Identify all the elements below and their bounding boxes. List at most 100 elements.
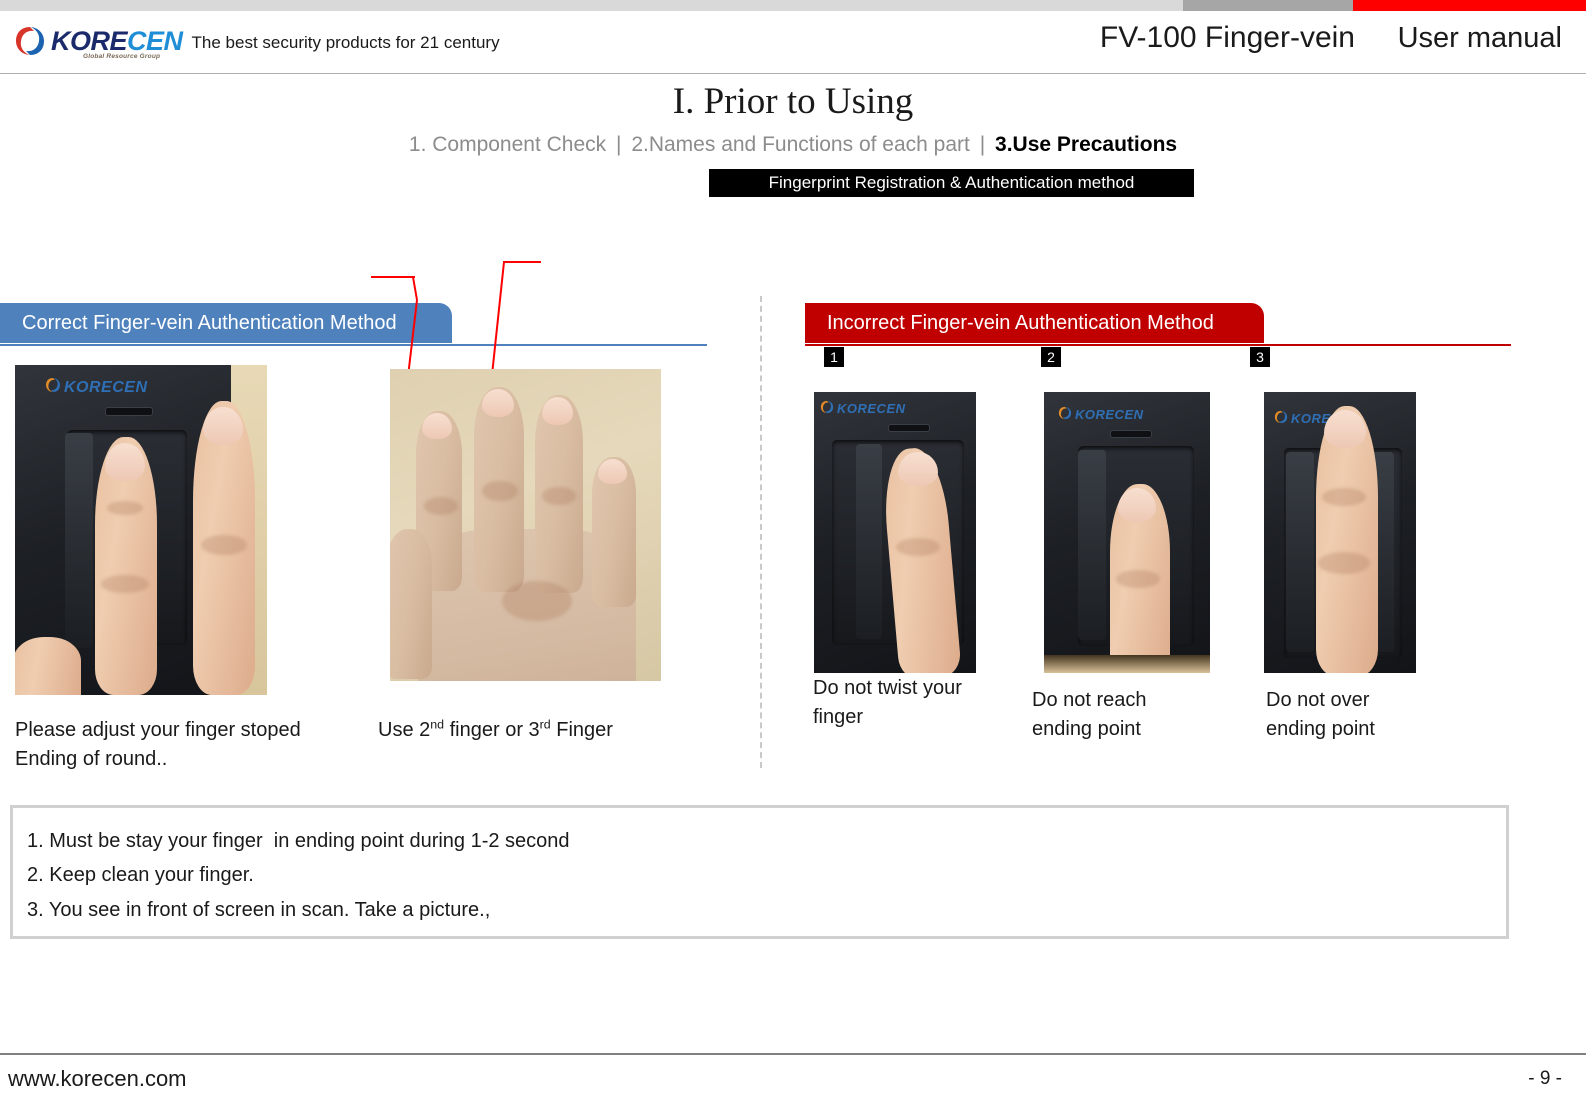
adjacent-finger-knuckle xyxy=(201,535,247,555)
section-divider xyxy=(760,296,762,768)
device-logo: KORECEN xyxy=(1058,406,1144,423)
ring-nail xyxy=(542,397,573,425)
finger-knuckle xyxy=(1116,570,1160,588)
hand-shadow xyxy=(502,581,572,621)
top-bar-segment-red xyxy=(1353,0,1586,11)
brand-tagline: The best security products for 21 centur… xyxy=(191,33,500,52)
incorrect-badge-1: 1 xyxy=(824,347,844,367)
top-bar-segment-light xyxy=(0,0,1183,11)
breadcrumb-separator-2: | xyxy=(979,133,986,156)
device-guide-rail xyxy=(1078,450,1106,640)
incorrect-badge-3: 3 xyxy=(1250,347,1270,367)
top-bar-segment-gray xyxy=(1183,0,1353,11)
logo-subtext: Global Resource Group xyxy=(83,52,161,60)
correct-banner-underline xyxy=(0,344,707,346)
correct-caption-2: Use 2nd finger or 3rd Finger xyxy=(378,716,613,745)
note-item-2: 2. Keep clean your finger. xyxy=(27,864,254,887)
header-divider xyxy=(0,73,1586,74)
incorrect-method-banner: Incorrect Finger-vein Authentication Met… xyxy=(805,303,1264,343)
korecen-swirl-icon xyxy=(14,25,46,57)
correct-photo-device-scan: KORECEN xyxy=(15,365,267,695)
page-title: I. Prior to Using xyxy=(672,81,914,122)
middle-nail xyxy=(482,389,514,417)
knuckle xyxy=(482,481,518,501)
finger-knuckle xyxy=(101,575,149,593)
korecen-logo: KORECEN Global Resource Group The best s… xyxy=(14,25,500,59)
incorrect-caption-1-line2: finger xyxy=(813,705,864,728)
device-vent xyxy=(105,407,153,416)
knuckle xyxy=(542,487,576,505)
incorrect-caption-2: Do not reach ending point xyxy=(1032,686,1212,744)
device-guide-rail xyxy=(856,444,882,639)
incorrect-caption-1-line1: Do not twist your xyxy=(813,677,962,699)
incorrect-caption-2-line1: Do not reach xyxy=(1032,689,1147,711)
correct-caption-1-line2: Ending of round.. xyxy=(15,747,168,770)
breadcrumb: 1. Component Check | 2.Names and Functio… xyxy=(0,133,1586,157)
finger-knuckle xyxy=(896,538,940,556)
knuckle xyxy=(424,497,458,515)
breadcrumb-item-names-functions[interactable]: 2.Names and Functions of each part xyxy=(631,133,970,156)
footer-divider xyxy=(0,1053,1586,1055)
correct-caption-2-post: Finger xyxy=(550,719,613,741)
logo-text-kore: KORE xyxy=(51,25,128,56)
device-guide-rail xyxy=(1286,452,1314,652)
correct-caption-2-sup2: rd xyxy=(539,717,551,732)
device-logo: KORECEN xyxy=(45,377,148,398)
incorrect-caption-2-line2: ending point xyxy=(1032,717,1141,740)
little-nail xyxy=(598,459,627,484)
finger-knuckle xyxy=(1318,552,1370,574)
device-swirl-icon xyxy=(820,400,834,417)
index-nail xyxy=(422,413,452,439)
finger-nail xyxy=(105,443,145,481)
correct-photo-hand-fingers xyxy=(390,369,661,681)
korecen-wordmark: KORECEN Global Resource Group xyxy=(51,25,183,59)
correct-caption-2-pre: Use 2 xyxy=(378,719,431,741)
incorrect-photo-2-not-reaching-end: KORECEN xyxy=(1044,392,1210,673)
annotation-leader-lines xyxy=(371,261,541,386)
top-color-bar xyxy=(0,0,1586,11)
device-logo: KORECEN xyxy=(820,400,906,417)
device-swirl-icon xyxy=(1274,410,1288,427)
breadcrumb-separator-1: | xyxy=(616,133,622,156)
device-logo-text: KORECEN xyxy=(837,401,906,416)
thumb xyxy=(15,637,81,695)
device-swirl-icon xyxy=(45,377,61,398)
incorrect-caption-3: Do not over ending point xyxy=(1266,686,1446,744)
manual-title: User manual xyxy=(1397,22,1562,54)
footer-page-number: - 9 - xyxy=(1528,1068,1562,1089)
finger-knuckle xyxy=(1322,488,1366,506)
breadcrumb-item-use-precautions[interactable]: 3.Use Precautions xyxy=(995,133,1177,156)
page-header: KORECEN Global Resource Group The best s… xyxy=(0,11,1586,74)
footer-website[interactable]: www.korecen.com xyxy=(8,1066,187,1092)
finger-nail xyxy=(1324,410,1366,448)
device-swirl-icon xyxy=(1058,406,1072,423)
incorrect-photo-3-over-end-point: KORECEN xyxy=(1264,392,1416,673)
correct-caption-1-line1: Please adjust your finger stoped xyxy=(15,719,301,741)
hand-thumb xyxy=(390,529,432,679)
logo-text-cen: CEN xyxy=(127,25,183,56)
finger-nail xyxy=(1118,488,1156,522)
correct-caption-2-mid: finger or 3 xyxy=(444,719,540,741)
device-vent xyxy=(1110,430,1152,438)
incorrect-caption-3-line2: ending point xyxy=(1266,717,1375,740)
adjacent-finger-nail xyxy=(203,407,243,445)
incorrect-photo-1-twisted-finger: KORECEN xyxy=(814,392,976,673)
breadcrumb-item-component-check[interactable]: 1. Component Check xyxy=(409,133,606,156)
correct-caption-1: Please adjust your finger stoped Ending … xyxy=(15,716,355,774)
incorrect-caption-3-line1: Do not over xyxy=(1266,689,1370,711)
device-guide-rail xyxy=(65,433,93,648)
incorrect-badge-2: 2 xyxy=(1041,347,1061,367)
device-vent xyxy=(888,424,930,432)
precaution-notes-box: 1. Must be stay your finger in ending po… xyxy=(10,805,1509,939)
product-title: FV-100 Finger-vein xyxy=(1099,21,1355,54)
incorrect-caption-1: Do not twist your finger xyxy=(813,674,993,732)
incorrect-banner-underline xyxy=(805,344,1511,346)
note-item-3: 3. You see in front of screen in scan. T… xyxy=(27,898,491,921)
finger-nail xyxy=(898,452,938,486)
device-logo-text: KORECEN xyxy=(1075,407,1144,422)
section-chip: Fingerprint Registration & Authenticatio… xyxy=(709,169,1194,197)
finger-knuckle xyxy=(107,501,143,515)
correct-caption-2-sup1: nd xyxy=(430,717,445,732)
desk-edge xyxy=(1044,655,1210,673)
device-logo-text: KORECEN xyxy=(64,378,148,396)
